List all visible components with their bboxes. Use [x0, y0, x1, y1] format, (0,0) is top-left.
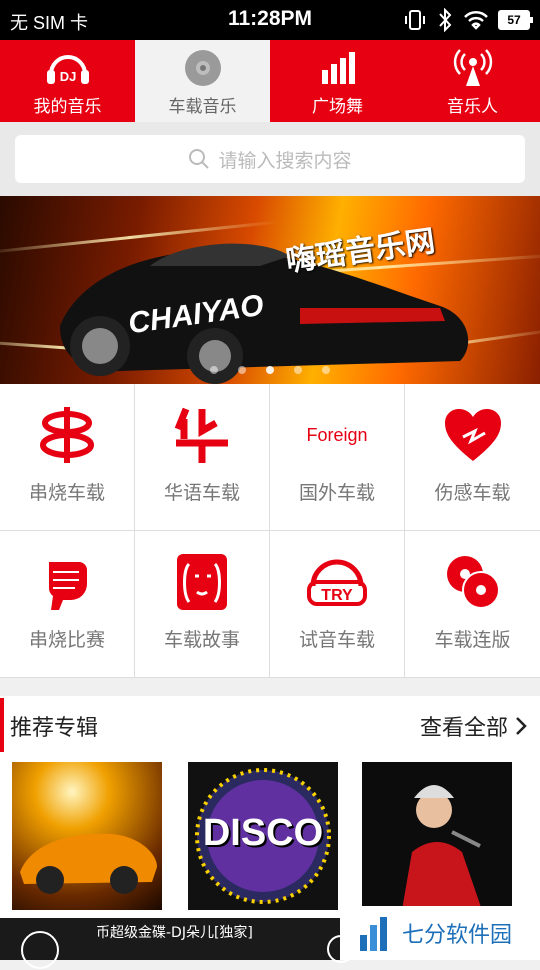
album-disco[interactable]: DISCO: [188, 762, 338, 910]
carousel-dot-active[interactable]: [266, 366, 274, 374]
search-icon: [189, 149, 210, 169]
category-label: 串烧比赛: [28, 629, 105, 651]
category-sad[interactable]: 伤感车载: [405, 384, 540, 531]
hua-icon: [174, 407, 228, 463]
search-area: 请输入搜索内容: [0, 122, 540, 196]
carousel-dot[interactable]: [294, 366, 302, 374]
chuan-icon: [40, 407, 94, 463]
category-contest[interactable]: 串烧比赛: [0, 531, 135, 678]
try-icon-text: TRY: [321, 587, 353, 604]
category-series[interactable]: 车载连版: [405, 531, 540, 678]
svg-text:DJ: DJ: [59, 69, 76, 84]
album-cover-text: DISCO: [202, 812, 324, 854]
search-input[interactable]: 请输入搜索内容: [15, 135, 525, 183]
view-all-label: 查看全部: [419, 716, 508, 741]
fist-icon: [49, 562, 87, 610]
category-label: 华语车载: [163, 482, 240, 504]
search-placeholder: 请输入搜索内容: [218, 149, 352, 172]
album-car-image: [20, 833, 157, 894]
tab-musician[interactable]: 音乐人: [405, 40, 540, 122]
dj-headphones-icon: DJ: [46, 55, 89, 84]
promo-banner[interactable]: 嗨瑶音乐网 CHAIYAO: [0, 196, 540, 384]
top-tab-bar: DJ 我的音乐 车载音乐 广场舞 音乐人: [0, 40, 540, 122]
try-headphones-icon: TRY: [307, 559, 367, 606]
carousel-dot[interactable]: [210, 366, 218, 374]
recommended-albums-header: 推荐专辑 查看全部: [0, 696, 540, 754]
category-foreign[interactable]: Foreign 国外车载: [270, 384, 405, 531]
signal-bars-icon: [321, 52, 355, 84]
watermark-text: 七分软件园: [402, 923, 513, 948]
view-all-button[interactable]: 查看全部: [420, 710, 528, 742]
vibrate-icon: [405, 10, 425, 30]
chevron-right-icon: [516, 717, 527, 735]
disc-icon: [184, 50, 221, 86]
tab-label: 车载音乐: [168, 97, 237, 117]
now-playing-title: 币超级金碟-DJ朵儿[独家]: [96, 925, 253, 941]
battery-icon: 57: [498, 10, 533, 30]
section-accent-bar: [0, 698, 4, 752]
category-label: 试音车载: [298, 629, 375, 651]
tab-my-music[interactable]: DJ 我的音乐: [0, 40, 135, 122]
broken-heart-icon: [444, 409, 501, 461]
banner-car-image: [60, 243, 469, 384]
watermark-bars-icon: [360, 917, 387, 951]
tab-label: 我的音乐: [33, 97, 102, 117]
discs-icon: [446, 556, 500, 609]
album-singer-image: [402, 785, 482, 910]
tab-car-music[interactable]: 车载音乐: [135, 40, 270, 122]
category-label: 车载连版: [434, 629, 511, 651]
category-chinese[interactable]: 华语车载: [135, 384, 270, 531]
category-label: 串烧车载: [28, 482, 105, 504]
carousel-dot[interactable]: [322, 366, 330, 374]
tab-square-dance[interactable]: 广场舞: [270, 40, 405, 122]
category-story[interactable]: 车载故事: [135, 531, 270, 678]
watermark-logo: 七分软件园: [352, 906, 540, 960]
status-icons: 57: [404, 8, 533, 32]
bluetooth-icon: [439, 8, 452, 32]
wifi-icon: [464, 10, 488, 30]
album-sports-car[interactable]: [12, 762, 162, 910]
tab-label: 音乐人: [447, 97, 498, 117]
carousel-dot[interactable]: [238, 366, 246, 374]
category-label: 车载故事: [163, 629, 240, 651]
carousel-indicator: [0, 366, 540, 374]
faces-icon: [177, 554, 227, 610]
album-singer[interactable]: [362, 762, 512, 910]
category-label: 国外车载: [298, 482, 375, 504]
mini-player[interactable]: 币超级金碟-DJ朵儿[独家]: [0, 918, 355, 969]
foreign-icon: Foreign: [306, 424, 368, 445]
category-chuanshao[interactable]: 串烧车载: [0, 384, 135, 531]
status-bar: 无 SIM 卡 11:28PM 57: [0, 0, 540, 40]
tab-label: 广场舞: [312, 97, 363, 117]
category-grid: 串烧车载 华语车载 Foreign 国外车载 伤感车载 串烧比赛 车载故事 TR…: [0, 384, 540, 678]
player-disc-icon: [21, 931, 59, 969]
section-title: 推荐专辑: [10, 716, 99, 741]
broadcast-icon: [453, 49, 492, 86]
category-label: 伤感车载: [434, 482, 511, 504]
category-try[interactable]: TRY 试音车载: [270, 531, 405, 678]
